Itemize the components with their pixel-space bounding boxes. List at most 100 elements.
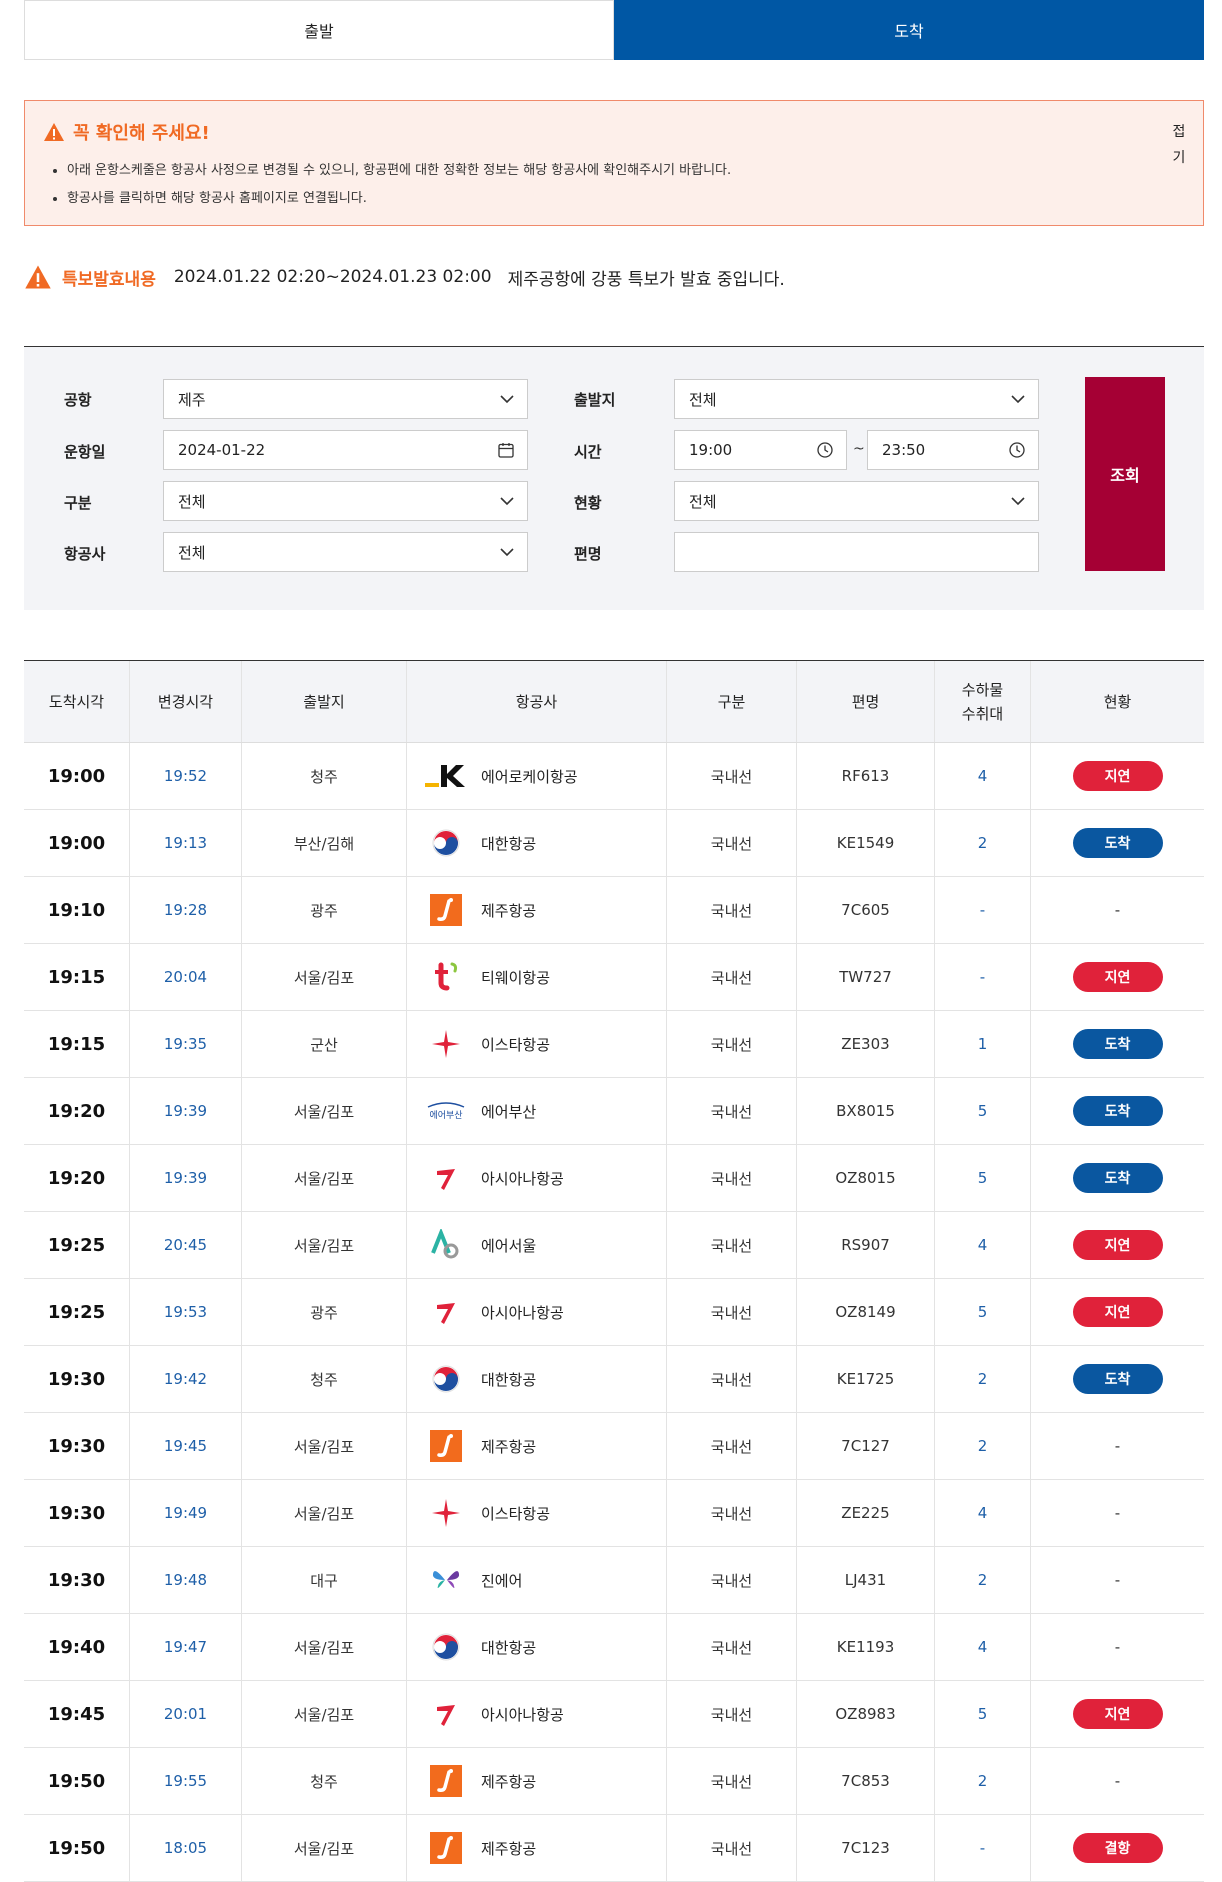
airline-name-link[interactable]: 대한항공: [481, 833, 536, 854]
airline-name-link[interactable]: 제주항공: [481, 1771, 536, 1792]
airline-name-link[interactable]: 대한항공: [481, 1637, 536, 1658]
cell-airline[interactable]: 에어로케이항공: [407, 743, 667, 809]
airline-name-link[interactable]: 에어서울: [481, 1235, 536, 1256]
cell-changed: 19:55: [130, 1748, 242, 1814]
eastar-logo[interactable]: [421, 1493, 471, 1533]
cell-airline[interactable]: 대한항공: [407, 810, 667, 876]
cell-airline[interactable]: 대한항공: [407, 1346, 667, 1412]
cell-airline[interactable]: 아시아나항공: [407, 1145, 667, 1211]
cell-origin: 청주: [242, 1346, 407, 1412]
flight-input[interactable]: [674, 532, 1039, 572]
cell-type: 국내선: [667, 1212, 797, 1278]
cell-airline[interactable]: 아시아나항공: [407, 1681, 667, 1747]
cell-status: 도착: [1031, 1145, 1204, 1211]
cell-airline[interactable]: 제주항공: [407, 1413, 667, 1479]
cell-airline[interactable]: 에어서울: [407, 1212, 667, 1278]
origin-name: 청주: [310, 1772, 338, 1791]
cell-airline[interactable]: 진에어: [407, 1547, 667, 1613]
cell-flight: KE1193: [797, 1614, 935, 1680]
cell-flight: RF613: [797, 743, 935, 809]
changed-time: 19:52: [163, 767, 208, 785]
airbusan-logo[interactable]: 에어부산: [421, 1091, 471, 1131]
airline-name-link[interactable]: 대한항공: [481, 1369, 536, 1390]
airline-name-link[interactable]: 진에어: [481, 1570, 522, 1591]
clock-icon[interactable]: [1008, 441, 1026, 459]
changed-time: 19:13: [163, 834, 208, 852]
airline-name-link[interactable]: 티웨이항공: [481, 967, 550, 988]
cell-baggage: 2: [935, 1748, 1031, 1814]
tab-departure[interactable]: 출발: [24, 0, 614, 60]
jinair-logo[interactable]: [421, 1560, 471, 1600]
cell-origin: 서울/김포: [242, 1614, 407, 1680]
date-input[interactable]: 2024-01-22: [163, 430, 528, 470]
airline-name-link[interactable]: 제주항공: [481, 900, 536, 921]
cell-scheduled: 19:20: [24, 1078, 130, 1144]
cell-baggage: 2: [935, 810, 1031, 876]
notice-title: 꼭 확인해 주세요!: [43, 119, 210, 145]
airline-name-link[interactable]: 아시아나항공: [481, 1168, 564, 1189]
scheduled-time: 19:00: [47, 765, 106, 787]
flight-type: 국내선: [710, 1772, 753, 1791]
koreanair-logo[interactable]: [421, 823, 471, 863]
status-select[interactable]: 전체: [674, 481, 1039, 521]
jejuair-logo[interactable]: [421, 890, 471, 930]
flight-type: 국내선: [710, 1035, 753, 1054]
cell-flight: KE1725: [797, 1346, 935, 1412]
cell-type: 국내선: [667, 1346, 797, 1412]
cell-airline[interactable]: 이스타항공: [407, 1480, 667, 1546]
clock-icon[interactable]: [816, 441, 834, 459]
cell-origin: 청주: [242, 1748, 407, 1814]
airline-name-link[interactable]: 제주항공: [481, 1838, 536, 1859]
aerok-logo[interactable]: [421, 756, 471, 796]
time-from-input[interactable]: 19:00: [674, 430, 847, 470]
cell-airline[interactable]: 에어부산 에어부산: [407, 1078, 667, 1144]
cell-changed: 19:47: [130, 1614, 242, 1680]
type-select[interactable]: 전체: [163, 481, 528, 521]
airline-name-link[interactable]: 이스타항공: [481, 1034, 550, 1055]
asiana-logo[interactable]: [421, 1292, 471, 1332]
search-button[interactable]: 조회: [1085, 377, 1165, 571]
airline-label: 항공사: [64, 545, 106, 563]
baggage-belt: 4: [977, 1504, 988, 1522]
cell-status: -: [1031, 877, 1204, 943]
eastar-logo[interactable]: [421, 1024, 471, 1064]
time-to-input[interactable]: 23:50: [867, 430, 1039, 470]
status-badge: 지연: [1072, 761, 1163, 791]
cell-airline[interactable]: 대한항공: [407, 1614, 667, 1680]
asiana-logo[interactable]: [421, 1694, 471, 1734]
airseoul-logo[interactable]: [421, 1225, 471, 1265]
cell-airline[interactable]: 티웨이항공: [407, 944, 667, 1010]
cell-airline[interactable]: 아시아나항공: [407, 1279, 667, 1345]
tway-logo[interactable]: [421, 957, 471, 997]
koreanair-logo[interactable]: [421, 1359, 471, 1399]
airline-name-link[interactable]: 아시아나항공: [481, 1302, 564, 1323]
origin-name: 서울/김포: [293, 1169, 355, 1188]
airline-select[interactable]: 전체: [163, 532, 528, 572]
origin-select[interactable]: 전체: [674, 379, 1039, 419]
collapse-button[interactable]: 접기: [1169, 119, 1189, 171]
airport-select[interactable]: 제주: [163, 379, 528, 419]
jejuair-logo[interactable]: [421, 1828, 471, 1868]
tab-arrival[interactable]: 도착: [614, 0, 1204, 60]
asiana-logo[interactable]: [421, 1158, 471, 1198]
cell-airline[interactable]: 제주항공: [407, 1748, 667, 1814]
cell-type: 국내선: [667, 1547, 797, 1613]
cell-airline[interactable]: 제주항공: [407, 1815, 667, 1881]
airline-value: 전체: [178, 543, 206, 562]
koreanair-logo[interactable]: [421, 1627, 471, 1667]
baggage-belt: 2: [977, 834, 988, 852]
airline-name-link[interactable]: 이스타항공: [481, 1503, 550, 1524]
cell-flight: 7C853: [797, 1748, 935, 1814]
airline-name-link[interactable]: 에어로케이항공: [481, 766, 578, 787]
airline-name-link[interactable]: 에어부산: [481, 1101, 536, 1122]
jejuair-logo[interactable]: [421, 1426, 471, 1466]
airline-name-link[interactable]: 제주항공: [481, 1436, 536, 1457]
calendar-icon[interactable]: [497, 441, 515, 459]
baggage-belt: 2: [977, 1772, 988, 1790]
airline-name-link[interactable]: 아시아나항공: [481, 1704, 564, 1725]
flight-number: ZE303: [841, 1035, 890, 1053]
cell-airline[interactable]: 제주항공: [407, 877, 667, 943]
time-from-value: 19:00: [689, 441, 733, 459]
jejuair-logo[interactable]: [421, 1761, 471, 1801]
cell-airline[interactable]: 이스타항공: [407, 1011, 667, 1077]
